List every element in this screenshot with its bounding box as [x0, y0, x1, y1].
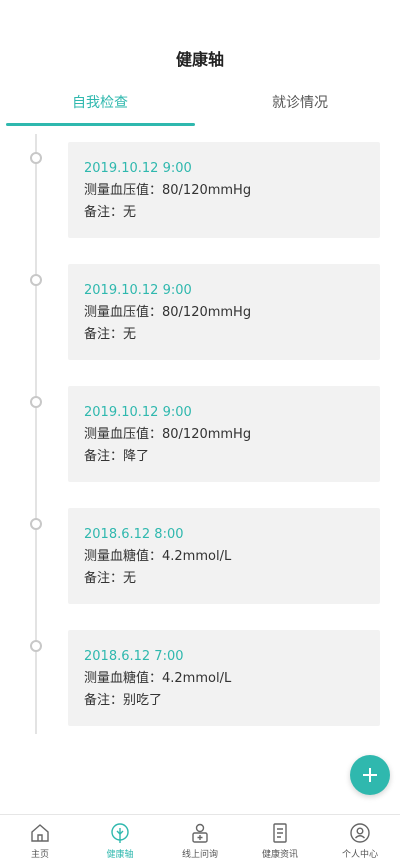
record-card[interactable]: 2019.10.12 9:00 测量血压值：80/120mmHg 备注：无	[68, 142, 380, 238]
page-title: 健康轴	[175, 50, 224, 69]
consult-icon	[192, 823, 208, 843]
nav-label: 健康资讯	[261, 850, 298, 860]
nav-label: 健康轴	[106, 850, 134, 860]
timeline-dot	[30, 396, 42, 408]
timeline-dot	[30, 518, 42, 530]
record-time: 2018.6.12 7:00	[84, 649, 184, 664]
record-measure: 测量血压值：80/120mmHg	[84, 305, 252, 320]
tab-bar: 自我检查 就诊情况	[0, 80, 400, 126]
plus-icon	[369, 768, 371, 782]
record-note: 备注：无	[84, 205, 137, 220]
timeline-dot	[30, 152, 42, 164]
record-time: 2019.10.12 9:00	[84, 161, 192, 176]
home-icon	[31, 824, 49, 842]
record-time: 2019.10.12 9:00	[84, 283, 192, 298]
record-measure: 测量血压值：80/120mmHg	[84, 427, 252, 442]
record-note: 备注：无	[84, 327, 137, 342]
timeline-entry: 2018.6.12 8:00 测量血糖值：4.2mmol/L 备注：无	[0, 508, 400, 608]
user-icon	[350, 823, 370, 843]
record-card[interactable]: 2019.10.12 9:00 测量血压值：80/120mmHg 备注：降了	[68, 386, 380, 482]
timeline-dot	[30, 274, 42, 286]
timeline-entry: 2018.6.12 7:00 测量血糖值：4.2mmol/L 备注：别吃了	[0, 630, 400, 730]
header: 健康轴	[0, 0, 400, 80]
nav-label: 个人中心	[341, 850, 378, 860]
bottom-nav: 主页 健康轴 线上问询 健康资讯 个人中心	[0, 814, 400, 866]
nav-home[interactable]: 主页	[0, 821, 80, 865]
record-note: 备注：降了	[84, 449, 150, 464]
add-record-button[interactable]	[350, 755, 390, 795]
news-icon	[273, 823, 287, 843]
nav-online-consult[interactable]: 线上问询	[160, 821, 240, 865]
record-measure: 测量血糖值：4.2mmol/L	[84, 549, 232, 564]
tab-visit-status[interactable]: 就诊情况	[200, 92, 400, 112]
nav-personal-center[interactable]: 个人中心	[320, 821, 400, 865]
tab-active-indicator	[6, 123, 195, 126]
record-time: 2019.10.12 9:00	[84, 405, 192, 420]
nav-label: 线上问询	[181, 850, 218, 860]
timeline-dot	[30, 640, 42, 652]
record-measure: 测量血糖值：4.2mmol/L	[84, 671, 232, 686]
timeline-entry: 2019.10.12 9:00 测量血压值：80/120mmHg 备注：无	[0, 142, 400, 242]
nav-health-timeline[interactable]: 健康轴	[80, 821, 160, 865]
record-card[interactable]: 2018.6.12 7:00 测量血糖值：4.2mmol/L 备注：别吃了	[68, 630, 380, 726]
record-card[interactable]: 2018.6.12 8:00 测量血糖值：4.2mmol/L 备注：无	[68, 508, 380, 604]
record-time: 2018.6.12 8:00	[84, 527, 184, 542]
record-note: 备注：无	[84, 571, 137, 586]
timeline-entry: 2019.10.12 9:00 测量血压值：80/120mmHg 备注：无	[0, 264, 400, 364]
tab-self-check[interactable]: 自我检查	[0, 92, 200, 112]
record-measure: 测量血压值：80/120mmHg	[84, 183, 252, 198]
record-card[interactable]: 2019.10.12 9:00 测量血压值：80/120mmHg 备注：无	[68, 264, 380, 360]
nav-label: 主页	[30, 850, 49, 860]
nav-health-news[interactable]: 健康资讯	[240, 821, 320, 865]
record-note: 备注：别吃了	[84, 693, 163, 708]
timeline-entry: 2019.10.12 9:00 测量血压值：80/120mmHg 备注：降了	[0, 386, 400, 486]
timeline-icon	[111, 823, 129, 843]
